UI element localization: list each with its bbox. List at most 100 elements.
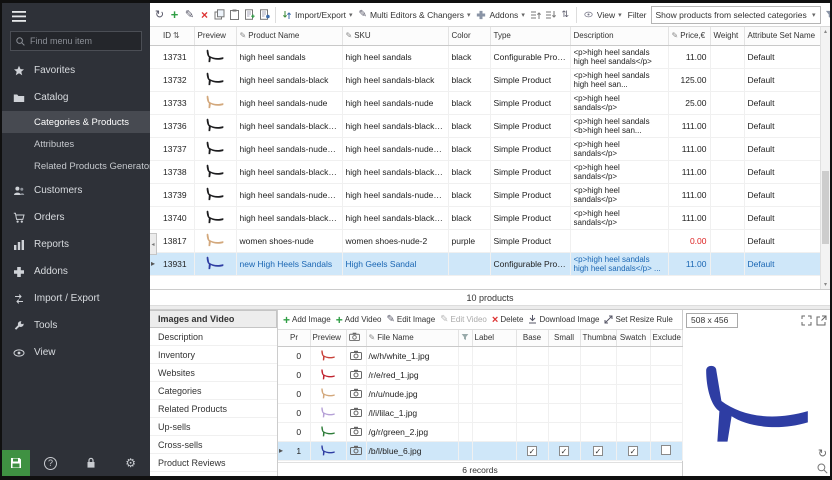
sidebar-item-catalog[interactable]: Catalog — [2, 84, 150, 111]
menu-toggle-button[interactable] — [2, 3, 150, 29]
delete-product-icon[interactable]: × — [198, 7, 211, 23]
column-header-file-name[interactable]: ✎File Name — [366, 330, 458, 346]
row-expander[interactable] — [278, 403, 288, 422]
sidebar-item-attributes[interactable]: Attributes — [2, 133, 150, 155]
sidebar-item-related-products-generator[interactable]: Related Products Generator — [2, 155, 150, 177]
sidebar-item-import-export[interactable]: Import / Export — [2, 285, 150, 312]
column-header-price[interactable]: ✎Price,€ — [668, 27, 710, 45]
edit-image-button[interactable]: ✎Edit Image — [387, 314, 436, 325]
row-expander[interactable] — [150, 137, 160, 160]
view-menu-button[interactable]: View▾ — [581, 9, 624, 21]
set-resize-rule-button[interactable]: Set Resize Rule — [604, 315, 672, 324]
image-row[interactable]: 0/r/e/red_1.jpg — [278, 365, 682, 384]
product-row[interactable]: 13733high heel sandals-nudehigh heel san… — [150, 91, 820, 114]
column-header-camera[interactable] — [346, 330, 366, 346]
download-image-button[interactable]: Download Image — [528, 315, 599, 324]
new-document-icon[interactable] — [243, 7, 256, 23]
sidebar-item-reports[interactable]: Reports — [2, 231, 150, 258]
column-header-weight[interactable]: Weight — [710, 27, 744, 45]
product-row[interactable]: 13739high heel sandals-nude-37high heel … — [150, 183, 820, 206]
scroll-up-arrow[interactable]: ▴ — [821, 27, 830, 36]
product-row[interactable]: 13737high heel sandals-nude-36high heel … — [150, 137, 820, 160]
column-header-type[interactable]: Type — [490, 27, 570, 45]
checkbox[interactable]: ✓ — [628, 446, 638, 456]
filters-menu-button[interactable]: Filters▾ — [823, 9, 830, 21]
sidebar-item-tools[interactable]: Tools — [2, 312, 150, 339]
row-expander[interactable] — [150, 206, 160, 229]
sidebar-item-addons[interactable]: Addons — [2, 258, 150, 285]
product-row[interactable]: 13738high heel sandals-black-37high heel… — [150, 160, 820, 183]
column-header-priority[interactable]: Pr — [288, 330, 310, 346]
checkbox[interactable] — [661, 445, 671, 455]
row-expander[interactable] — [150, 160, 160, 183]
row-expander[interactable] — [278, 365, 288, 384]
detail-tab-images-and-video[interactable]: Images and Video — [150, 310, 277, 328]
column-header-color[interactable]: Color — [448, 27, 490, 45]
lock-button[interactable] — [85, 457, 97, 469]
checkbox[interactable]: ✓ — [593, 446, 603, 456]
row-expander[interactable] — [278, 422, 288, 441]
delete-button[interactable]: ×Delete — [492, 314, 524, 326]
column-header-swatch[interactable]: Swatch — [616, 330, 650, 346]
image-row[interactable]: 0/l/i/lilac_1.jpg — [278, 403, 682, 422]
image-row[interactable]: 0/n/u/nude.jpg — [278, 384, 682, 403]
move-top-icon[interactable] — [529, 7, 542, 23]
sidebar-item-customers[interactable]: Customers — [2, 177, 150, 204]
open-external-icon[interactable] — [816, 315, 827, 326]
multi-editors-menu-button[interactable]: ✎ Multi Editors & Changers▾ — [357, 8, 473, 21]
checkbox[interactable]: ✓ — [559, 446, 569, 456]
add-video-button[interactable]: +Add Video — [336, 313, 382, 327]
edit-product-icon[interactable]: ✎ — [183, 7, 196, 23]
column-header-preview[interactable]: Preview — [194, 27, 236, 45]
rotate-icon[interactable]: ↻ — [818, 447, 827, 460]
zoom-icon[interactable] — [817, 463, 828, 474]
reorder-icon[interactable]: ⇅ — [559, 7, 572, 23]
add-image-button[interactable]: +Add Image — [283, 313, 331, 327]
import-export-menu-button[interactable]: Import/Export▾ — [280, 9, 355, 21]
column-header-filter[interactable] — [458, 330, 472, 346]
sidebar-search-input[interactable]: Find menu item — [10, 31, 142, 51]
column-header-base[interactable]: Base — [516, 330, 548, 346]
vertical-scrollbar[interactable]: ▴ ▾ — [820, 27, 830, 289]
row-expander[interactable] — [150, 68, 160, 91]
scrollbar-thumb[interactable] — [822, 171, 829, 244]
edit-video-button[interactable]: ✎Edit Video — [440, 314, 487, 325]
product-row[interactable]: 13731high heel sandalshigh heel sandalsb… — [150, 45, 820, 68]
detail-tab-product-reviews[interactable]: Product Reviews — [150, 454, 277, 472]
sidebar-collapse-handle[interactable]: ◂ — [150, 233, 157, 255]
refresh-icon[interactable]: ↻ — [153, 7, 166, 23]
image-row[interactable]: 0/w/h/white_1.jpg — [278, 346, 682, 365]
sidebar-item-categories-products[interactable]: Categories & Products — [2, 111, 150, 133]
detail-tab-cross-sells[interactable]: Cross-sells — [150, 436, 277, 454]
column-header-small[interactable]: Small — [548, 330, 580, 346]
detail-tab-websites[interactable]: Websites — [150, 364, 277, 382]
row-expander[interactable]: ▸ — [278, 441, 288, 460]
product-row[interactable]: 13732high heel sandals-blackhigh heel sa… — [150, 68, 820, 91]
row-expander[interactable] — [150, 183, 160, 206]
column-header-id[interactable]: ID⇅ — [160, 27, 194, 45]
help-button[interactable]: ? — [44, 457, 57, 470]
detail-tab-inventory[interactable]: Inventory — [150, 346, 277, 364]
product-row[interactable]: 13736high heel sandals-black-36high heel… — [150, 114, 820, 137]
paste-icon[interactable] — [228, 7, 241, 23]
move-bottom-icon[interactable] — [544, 7, 557, 23]
addons-menu-button[interactable]: Addons▾ — [474, 9, 526, 21]
sidebar-item-favorites[interactable]: Favorites — [2, 57, 150, 84]
column-header-exclude[interactable]: Exclude — [650, 330, 682, 346]
sidebar-item-view[interactable]: View — [2, 339, 150, 366]
product-row[interactable]: 13817women shoes-nudewomen shoes-nude-2p… — [150, 229, 820, 252]
duplicate-document-icon[interactable] — [258, 7, 271, 23]
settings-button[interactable]: ⚙ — [125, 456, 136, 470]
image-row[interactable]: ▸1/b/l/blue_6.jpg✓✓✓✓ — [278, 441, 682, 460]
product-row[interactable]: 13740high heel sandals-black-38high heel… — [150, 206, 820, 229]
row-expander[interactable]: ▸ — [150, 252, 160, 275]
row-expander[interactable] — [278, 346, 288, 365]
row-expander[interactable] — [150, 91, 160, 114]
copy-icon[interactable] — [213, 7, 226, 23]
detail-tab-categories[interactable]: Categories — [150, 382, 277, 400]
column-header-thumbnail[interactable]: Thumbna — [580, 330, 616, 346]
detail-tab-description[interactable]: Description — [150, 328, 277, 346]
detail-tab-up-sells[interactable]: Up-sells — [150, 418, 277, 436]
product-row[interactable]: ▸13931new High Heels SandalsHigh Geels S… — [150, 252, 820, 275]
column-header-product-name[interactable]: ✎Product Name — [236, 27, 342, 45]
